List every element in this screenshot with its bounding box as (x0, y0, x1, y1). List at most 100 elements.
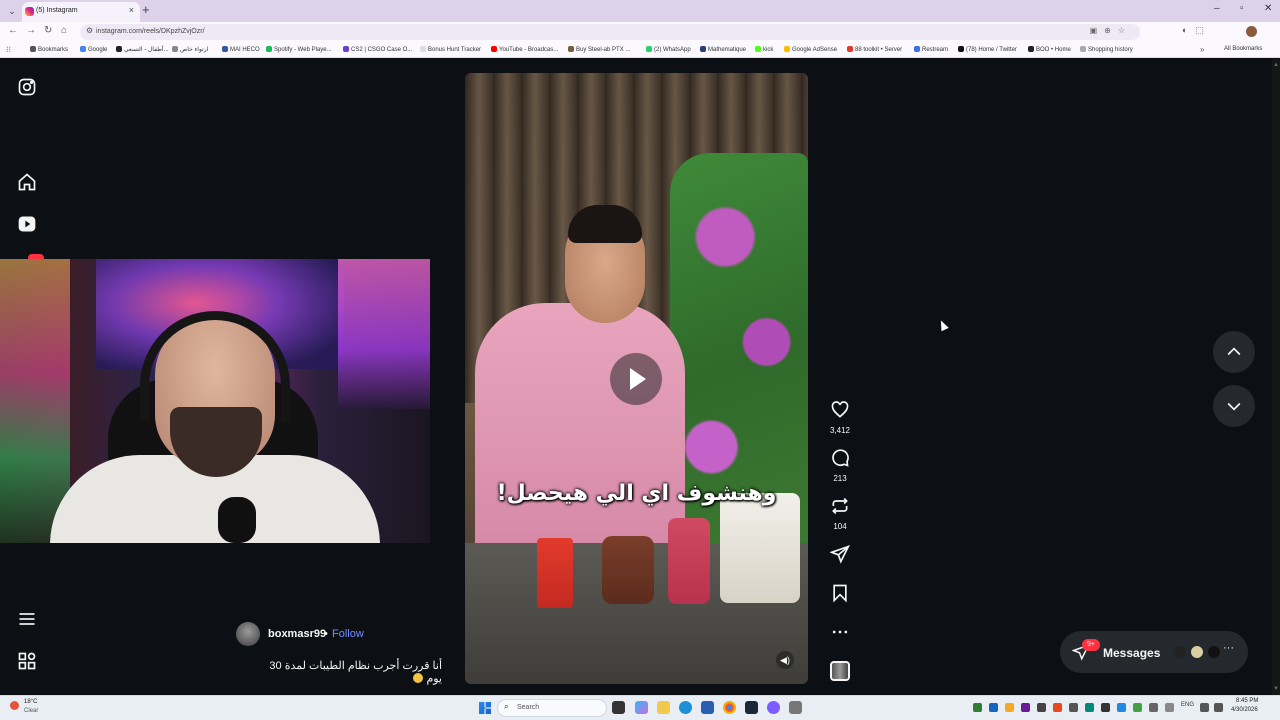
scroll-up-icon[interactable]: ▲ (1273, 62, 1279, 68)
tray-app-icon[interactable] (1021, 703, 1030, 712)
play-icon[interactable] (610, 353, 662, 405)
bookmark-item[interactable]: Mathematique (700, 46, 746, 53)
more-apps-icon[interactable] (17, 651, 37, 671)
tab-close-icon[interactable]: × (129, 5, 134, 15)
tray-app-icon[interactable] (1133, 703, 1142, 712)
task-view-icon[interactable] (612, 701, 625, 714)
store-icon[interactable] (701, 701, 714, 714)
bookmark-item[interactable]: Google AdSense (784, 46, 837, 53)
edge-icon[interactable] (679, 701, 692, 714)
post-caption[interactable]: أنا قررت أجرب نظام الطيبات لمدة 30 يوم (252, 659, 442, 685)
instagram-logo-icon[interactable] (17, 77, 37, 97)
bookmark-item[interactable]: YouTube - Broadcas... (491, 46, 558, 53)
windows-taskbar: 18°C Clear ⌕ Search ENG 8:45 PM 4/30/202… (0, 695, 1280, 720)
next-reel-button[interactable] (1213, 385, 1255, 427)
all-bookmarks[interactable]: All Bookmarks (1224, 46, 1262, 52)
window-close-icon[interactable]: ✕ (1264, 3, 1272, 14)
address-bar-actions[interactable]: ▣⊕☆ (1090, 26, 1132, 35)
browser-tab[interactable]: (5) Instagram × (22, 2, 140, 22)
page-scrollbar[interactable] (1272, 59, 1280, 695)
bookmark-item[interactable]: Buy Steel-ab PTX ... (568, 46, 630, 53)
extension-icons[interactable]: ◐⬚ (1182, 25, 1212, 36)
tab-search-icon[interactable]: ⌄ (5, 4, 19, 18)
reload-icon[interactable]: ↻ (44, 25, 52, 36)
start-icon[interactable] (479, 702, 491, 714)
bookmarks-overflow-icon[interactable]: » (1200, 45, 1204, 54)
copilot-icon[interactable] (635, 701, 648, 714)
comment-button[interactable]: 213 (828, 448, 852, 483)
bookmark-item[interactable]: Bookmarks (30, 46, 68, 53)
scroll-down-icon[interactable]: ▼ (1273, 686, 1279, 692)
tray-app-icon[interactable] (1037, 703, 1046, 712)
file-explorer-icon[interactable] (657, 701, 670, 714)
audio-track-thumbnail[interactable] (830, 661, 850, 681)
more-options-button[interactable] (828, 622, 852, 647)
home-browser-icon[interactable]: ⌂ (61, 25, 67, 36)
bookmark-favicon-icon (491, 46, 497, 52)
bookmark-item[interactable]: Spotify - Web Playe... (266, 46, 332, 53)
settings-icon[interactable] (789, 701, 802, 714)
bookmark-item[interactable]: (78) Home / Twitter (958, 46, 1017, 53)
site-info-icon[interactable]: ⚙ (86, 26, 93, 35)
messages-button[interactable]: 9+ Messages ··· (1060, 631, 1248, 673)
steam-icon[interactable] (745, 701, 758, 714)
maximize-icon[interactable]: ▫ (1240, 3, 1244, 14)
forward-icon[interactable]: → (26, 25, 36, 36)
tray-app-icon[interactable] (989, 703, 998, 712)
language-indicator[interactable]: ENG (1181, 702, 1194, 708)
bookmark-item[interactable]: BOO • Home (1028, 46, 1071, 53)
obs-icon[interactable] (767, 701, 780, 714)
repost-button[interactable]: 104 (828, 496, 852, 531)
wifi-icon[interactable] (1200, 703, 1209, 712)
heart-icon (831, 401, 849, 418)
reels-icon[interactable] (17, 214, 37, 234)
bookmark-item[interactable]: 88 toolkit • Server (847, 46, 902, 53)
tray-app-icon[interactable] (1101, 703, 1110, 712)
volume-icon[interactable] (1214, 703, 1223, 712)
tray-app-icon[interactable] (1005, 703, 1014, 712)
chrome-icon[interactable] (723, 701, 736, 714)
url-text: instagram.com/reels/DKpzhZvjOzr/ (96, 28, 205, 35)
author-avatar[interactable] (236, 622, 260, 646)
home-icon[interactable] (17, 172, 37, 192)
tray-app-icon[interactable] (1053, 703, 1062, 712)
previous-reel-button[interactable] (1213, 331, 1255, 373)
tray-app-icon[interactable] (1117, 703, 1126, 712)
tray-app-icon[interactable] (1165, 703, 1174, 712)
clock-time[interactable]: 8:45 PM (1236, 698, 1258, 704)
bookmark-item[interactable]: Google (80, 46, 107, 53)
apps-grid-icon[interactable]: ⁝⁝ (6, 45, 11, 54)
like-button[interactable]: 3,412 (828, 400, 852, 435)
reel-video[interactable]: وهنشوف اي الي هيحصل! ◀) (465, 73, 808, 684)
back-icon[interactable]: ← (8, 25, 18, 36)
bookmark-item[interactable]: ارتواء خاص (172, 46, 208, 53)
weather-icon[interactable] (10, 701, 19, 710)
bookmark-item[interactable]: MAI HECO (222, 46, 260, 53)
more-dots-icon[interactable]: ··· (1223, 642, 1234, 654)
follow-button[interactable]: Follow (332, 628, 364, 640)
share-button[interactable] (828, 544, 852, 569)
bookmark-favicon-icon (847, 46, 853, 52)
bookmark-item[interactable]: (2) WhatsApp (646, 46, 691, 53)
new-tab-icon[interactable]: + (142, 2, 150, 17)
bookmark-item[interactable]: أطفال - التسعي... (116, 46, 169, 53)
tray-app-icon[interactable] (973, 703, 982, 712)
author-username[interactable]: boxmasr99 (268, 628, 326, 640)
clock-date[interactable]: 4/30/2026 (1231, 707, 1258, 713)
bookmark-favicon-icon (420, 46, 426, 52)
bookmark-item[interactable]: CS2 | CSGO Case O... (343, 46, 412, 53)
tray-app-icon[interactable] (1149, 703, 1158, 712)
bookmark-item[interactable]: Shopping history (1080, 46, 1133, 53)
save-button[interactable] (828, 583, 852, 608)
bookmark-item[interactable]: kick (755, 46, 773, 53)
menu-icon[interactable] (17, 609, 37, 629)
taskbar-search[interactable]: ⌕ Search (497, 699, 607, 717)
mute-icon[interactable]: ◀) (776, 651, 794, 669)
tray-app-icon[interactable] (1069, 703, 1078, 712)
tray-app-icon[interactable] (1085, 703, 1094, 712)
address-bar[interactable]: ⚙ instagram.com/reels/DKpzhZvjOzr/ ▣⊕☆ (80, 24, 1140, 40)
bookmark-item[interactable]: Bonus Hunt Tracker (420, 46, 481, 53)
profile-avatar[interactable] (1246, 26, 1257, 37)
bookmark-item[interactable]: Restream (914, 46, 948, 53)
minimize-icon[interactable]: – (1214, 3, 1220, 14)
